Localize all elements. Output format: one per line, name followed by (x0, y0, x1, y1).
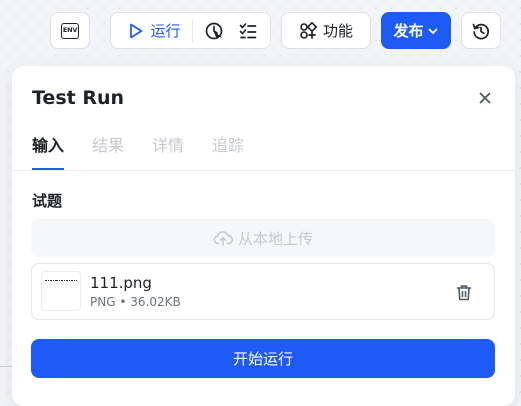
history-button[interactable] (461, 12, 501, 49)
section-label: 试题 (32, 192, 63, 210)
close-button[interactable] (475, 88, 495, 108)
test-run-panel: Test Run 输入 结果 详情 追踪 试题 从本地上传 111.png PN… (12, 66, 515, 406)
list-check-icon (239, 22, 256, 38)
trash-icon (456, 284, 472, 300)
file-name: 111.png (90, 274, 152, 292)
timer-button[interactable] (202, 19, 226, 43)
checklist-button[interactable] (236, 19, 260, 43)
cloud-upload-icon (213, 231, 233, 246)
history-icon (472, 23, 490, 39)
tab-trace[interactable]: 追踪 (212, 132, 244, 170)
file-meta: PNG • 36.02KB (90, 295, 181, 309)
publish-label: 发布 (393, 22, 424, 40)
run-toolbar-group: 运行 (110, 12, 271, 49)
start-run-button[interactable]: 开始运行 (31, 339, 495, 378)
feature-button[interactable]: 功能 (281, 12, 371, 49)
thumbnail-preview (45, 280, 77, 281)
tab-divider (12, 170, 515, 171)
start-run-label: 开始运行 (232, 350, 293, 368)
canvas-edge-line (0, 366, 12, 367)
file-item: 111.png PNG • 36.02KB (31, 263, 495, 320)
run-label: 运行 (150, 22, 181, 40)
close-icon (479, 92, 491, 104)
panel-title: Test Run (32, 87, 125, 109)
meta-separator: • (119, 295, 127, 309)
file-type: PNG (90, 295, 116, 309)
panel-tabs: 输入 结果 详情 追踪 (32, 132, 244, 170)
feature-icon (300, 21, 317, 39)
env-button[interactable]: ENV (50, 12, 90, 49)
file-thumbnail (41, 271, 81, 311)
run-button[interactable]: 运行 (129, 20, 181, 41)
delete-file-button[interactable] (454, 282, 474, 302)
chevron-down-icon (428, 28, 437, 34)
tab-input[interactable]: 输入 (32, 132, 65, 170)
tab-result[interactable]: 结果 (92, 132, 124, 170)
feature-label: 功能 (322, 22, 353, 40)
upload-button[interactable]: 从本地上传 (31, 219, 495, 257)
play-icon (130, 23, 143, 38)
toolbar-divider (191, 19, 193, 42)
env-icon: ENV (61, 22, 79, 39)
file-size: 36.02KB (130, 295, 181, 309)
tab-details[interactable]: 详情 (152, 132, 184, 170)
upload-label: 从本地上传 (237, 229, 313, 248)
publish-button[interactable]: 发布 (381, 12, 451, 49)
timer-icon (205, 22, 222, 39)
